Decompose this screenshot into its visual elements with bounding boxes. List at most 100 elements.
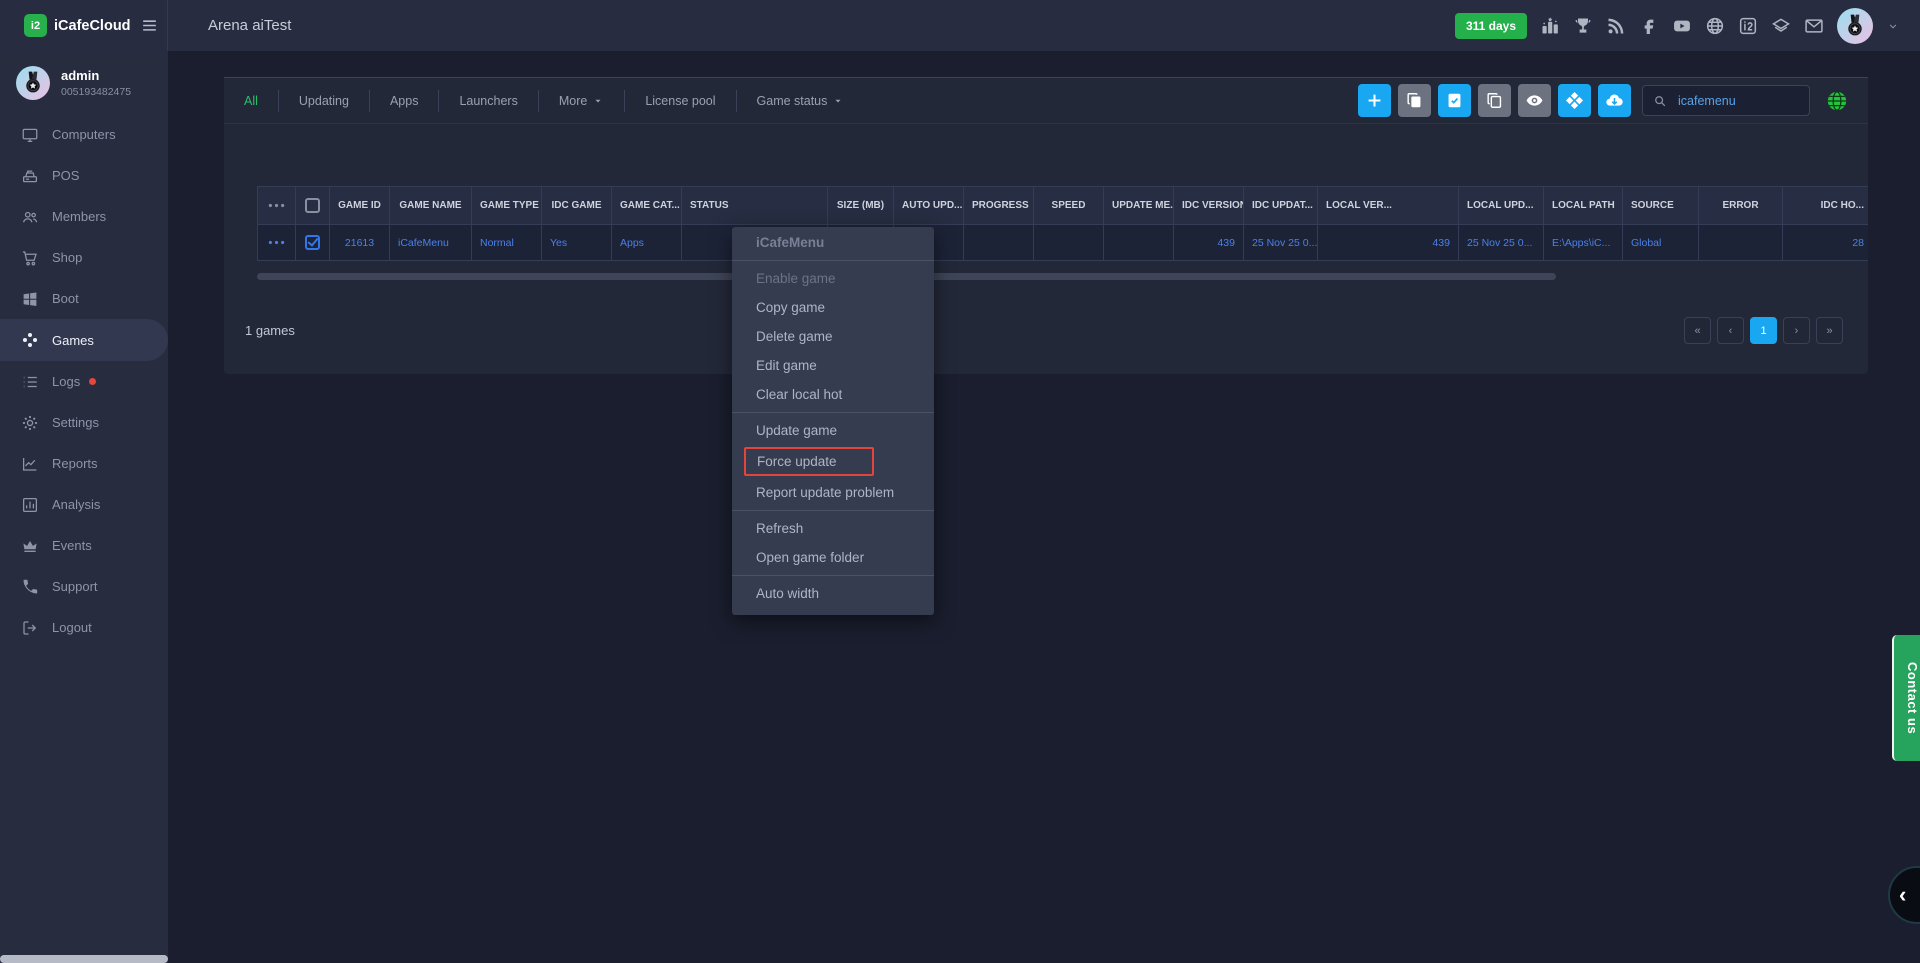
mail-icon[interactable] [1804, 16, 1824, 36]
sidebar-item-reports[interactable]: Reports [0, 443, 168, 484]
ranking-icon[interactable] [1540, 16, 1560, 36]
cell-row-checkbox[interactable] [296, 225, 330, 261]
search-input[interactable] [1676, 93, 1799, 109]
column-header-status[interactable]: STATUS [682, 187, 828, 225]
page-title: Arena aiTest [208, 17, 291, 34]
context-menu-item-report-update-problem[interactable]: Report update problem [732, 478, 934, 507]
column-header-game-name[interactable]: GAME NAME [390, 187, 472, 225]
column-header-row-menu[interactable] [258, 187, 296, 225]
tab-more[interactable]: More [538, 90, 624, 112]
tab-updating[interactable]: Updating [278, 90, 369, 112]
sidebar-item-boot[interactable]: Boot [0, 278, 168, 319]
column-header-size-mb[interactable]: SIZE (MB) [828, 187, 894, 225]
context-menu-item-update-game[interactable]: Update game [732, 416, 934, 445]
brand[interactable]: i2 iCafeCloud [0, 0, 168, 51]
context-menu-item-edit-game[interactable]: Edit game [732, 351, 934, 380]
page-last-button[interactable]: » [1816, 317, 1843, 344]
icafe-logo-icon[interactable] [1738, 16, 1758, 36]
page-prev-button[interactable]: ‹ [1717, 317, 1744, 344]
column-header-progress[interactable]: PROGRESS [964, 187, 1034, 225]
context-menu-item-copy-game[interactable]: Copy game [732, 293, 934, 322]
rss-icon[interactable] [1606, 16, 1626, 36]
select-all-checkbox[interactable] [305, 198, 320, 213]
user-id: 005193482475 [61, 86, 131, 98]
language-globe-icon[interactable] [1826, 90, 1848, 112]
facebook-icon[interactable] [1639, 16, 1659, 36]
row-checkbox[interactable] [305, 235, 320, 250]
sidebar-item-members[interactable]: Members [0, 196, 168, 237]
more-options-icon[interactable] [266, 225, 287, 260]
column-header-idc-game[interactable]: IDC GAME [542, 187, 612, 225]
categories-button[interactable] [1558, 84, 1591, 117]
column-header-update-me[interactable]: UPDATE ME... [1104, 187, 1174, 225]
column-header-auto-upd[interactable]: AUTO UPD... [894, 187, 964, 225]
column-header-source[interactable]: SOURCE [1623, 187, 1699, 225]
caret-down-icon [592, 95, 604, 107]
column-header-idc-updat[interactable]: IDC UPDAT... [1244, 187, 1318, 225]
cell-error [1699, 225, 1783, 261]
user-avatar[interactable] [16, 66, 50, 100]
sidebar-item-computers[interactable]: Computers [0, 114, 168, 155]
sidebar-item-shop[interactable]: Shop [0, 237, 168, 278]
context-menu-item-force-update[interactable]: Force update [744, 447, 874, 476]
tab-game-status[interactable]: Game status [736, 90, 865, 112]
chevron-left-icon: ‹ [1899, 882, 1906, 908]
sidebar-item-label: Games [52, 333, 94, 348]
page-horizontal-scrollbar[interactable] [0, 955, 168, 963]
context-menu-item-delete-game[interactable]: Delete game [732, 322, 934, 351]
column-header-game-id[interactable]: GAME ID [330, 187, 390, 225]
logs-icon [21, 373, 39, 391]
context-menu-item-auto-width[interactable]: Auto width [732, 579, 934, 608]
column-header-game-cat[interactable]: GAME CAT... [612, 187, 682, 225]
sidebar-item-games[interactable]: Games [0, 319, 168, 361]
tab-launchers[interactable]: Launchers [438, 90, 537, 112]
tab-apps[interactable]: Apps [369, 90, 439, 112]
sidebar-item-analysis[interactable]: Analysis [0, 484, 168, 525]
column-header-idc-ho[interactable]: IDC HO... [1783, 187, 1869, 225]
avatar[interactable] [1837, 8, 1873, 44]
table-header-row: GAME IDGAME NAMEGAME TYPEIDC GAMEGAME CA… [258, 187, 1869, 225]
column-header-local-path[interactable]: LOCAL PATH [1544, 187, 1623, 225]
column-header-speed[interactable]: SPEED [1034, 187, 1104, 225]
globe-icon[interactable] [1705, 16, 1725, 36]
column-header-local-upd[interactable]: LOCAL UPD... [1459, 187, 1544, 225]
page-next-button[interactable]: › [1783, 317, 1810, 344]
page-first-button[interactable]: « [1684, 317, 1711, 344]
more-options-icon[interactable] [266, 187, 287, 224]
copy-button[interactable] [1398, 84, 1431, 117]
sidebar-item-logout[interactable]: Logout [0, 607, 168, 648]
select-games-button[interactable] [1438, 84, 1471, 117]
layers-icon[interactable] [1771, 16, 1791, 36]
column-header-error[interactable]: ERROR [1699, 187, 1783, 225]
cell-row-menu[interactable] [258, 225, 296, 261]
sidebar-item-events[interactable]: Events [0, 525, 168, 566]
chevron-down-icon[interactable] [1886, 19, 1900, 33]
license-days-badge[interactable]: 311 days [1455, 13, 1527, 39]
trophy-icon[interactable] [1573, 16, 1593, 36]
cell-idc-updat: 25 Nov 25 0... [1244, 225, 1318, 261]
context-menu-divider [732, 260, 934, 261]
sidebar-item-pos[interactable]: POS [0, 155, 168, 196]
cloud-download-button[interactable] [1598, 84, 1631, 117]
hamburger-menu-icon[interactable] [140, 16, 159, 35]
toolbar [1351, 84, 1848, 117]
column-header-local-ver[interactable]: LOCAL VER... [1318, 187, 1459, 225]
sidebar-item-settings[interactable]: Settings [0, 402, 168, 443]
tab-all[interactable]: All [224, 90, 278, 112]
add-game-button[interactable] [1358, 84, 1391, 117]
column-header-game-type[interactable]: GAME TYPE [472, 187, 542, 225]
sidebar-item-support[interactable]: Support [0, 566, 168, 607]
visibility-button[interactable] [1518, 84, 1551, 117]
tab-license-pool[interactable]: License pool [624, 90, 735, 112]
column-header-select-all[interactable] [296, 187, 330, 225]
youtube-icon[interactable] [1672, 16, 1692, 36]
duplicate-button[interactable] [1478, 84, 1511, 117]
context-menu-item-open-game-folder[interactable]: Open game folder [732, 543, 934, 572]
table-row[interactable]: 21613iCafeMenuNormalYesApps43925 Nov 25 … [258, 225, 1869, 261]
context-menu-item-refresh[interactable]: Refresh [732, 514, 934, 543]
sidebar-item-logs[interactable]: Logs [0, 361, 168, 402]
page-number-button[interactable]: 1 [1750, 317, 1777, 344]
column-header-idc-version[interactable]: IDC VERSION [1174, 187, 1244, 225]
contact-us-tab[interactable]: Contact us [1892, 635, 1920, 761]
context-menu-item-clear-local-hot[interactable]: Clear local hot [732, 380, 934, 409]
